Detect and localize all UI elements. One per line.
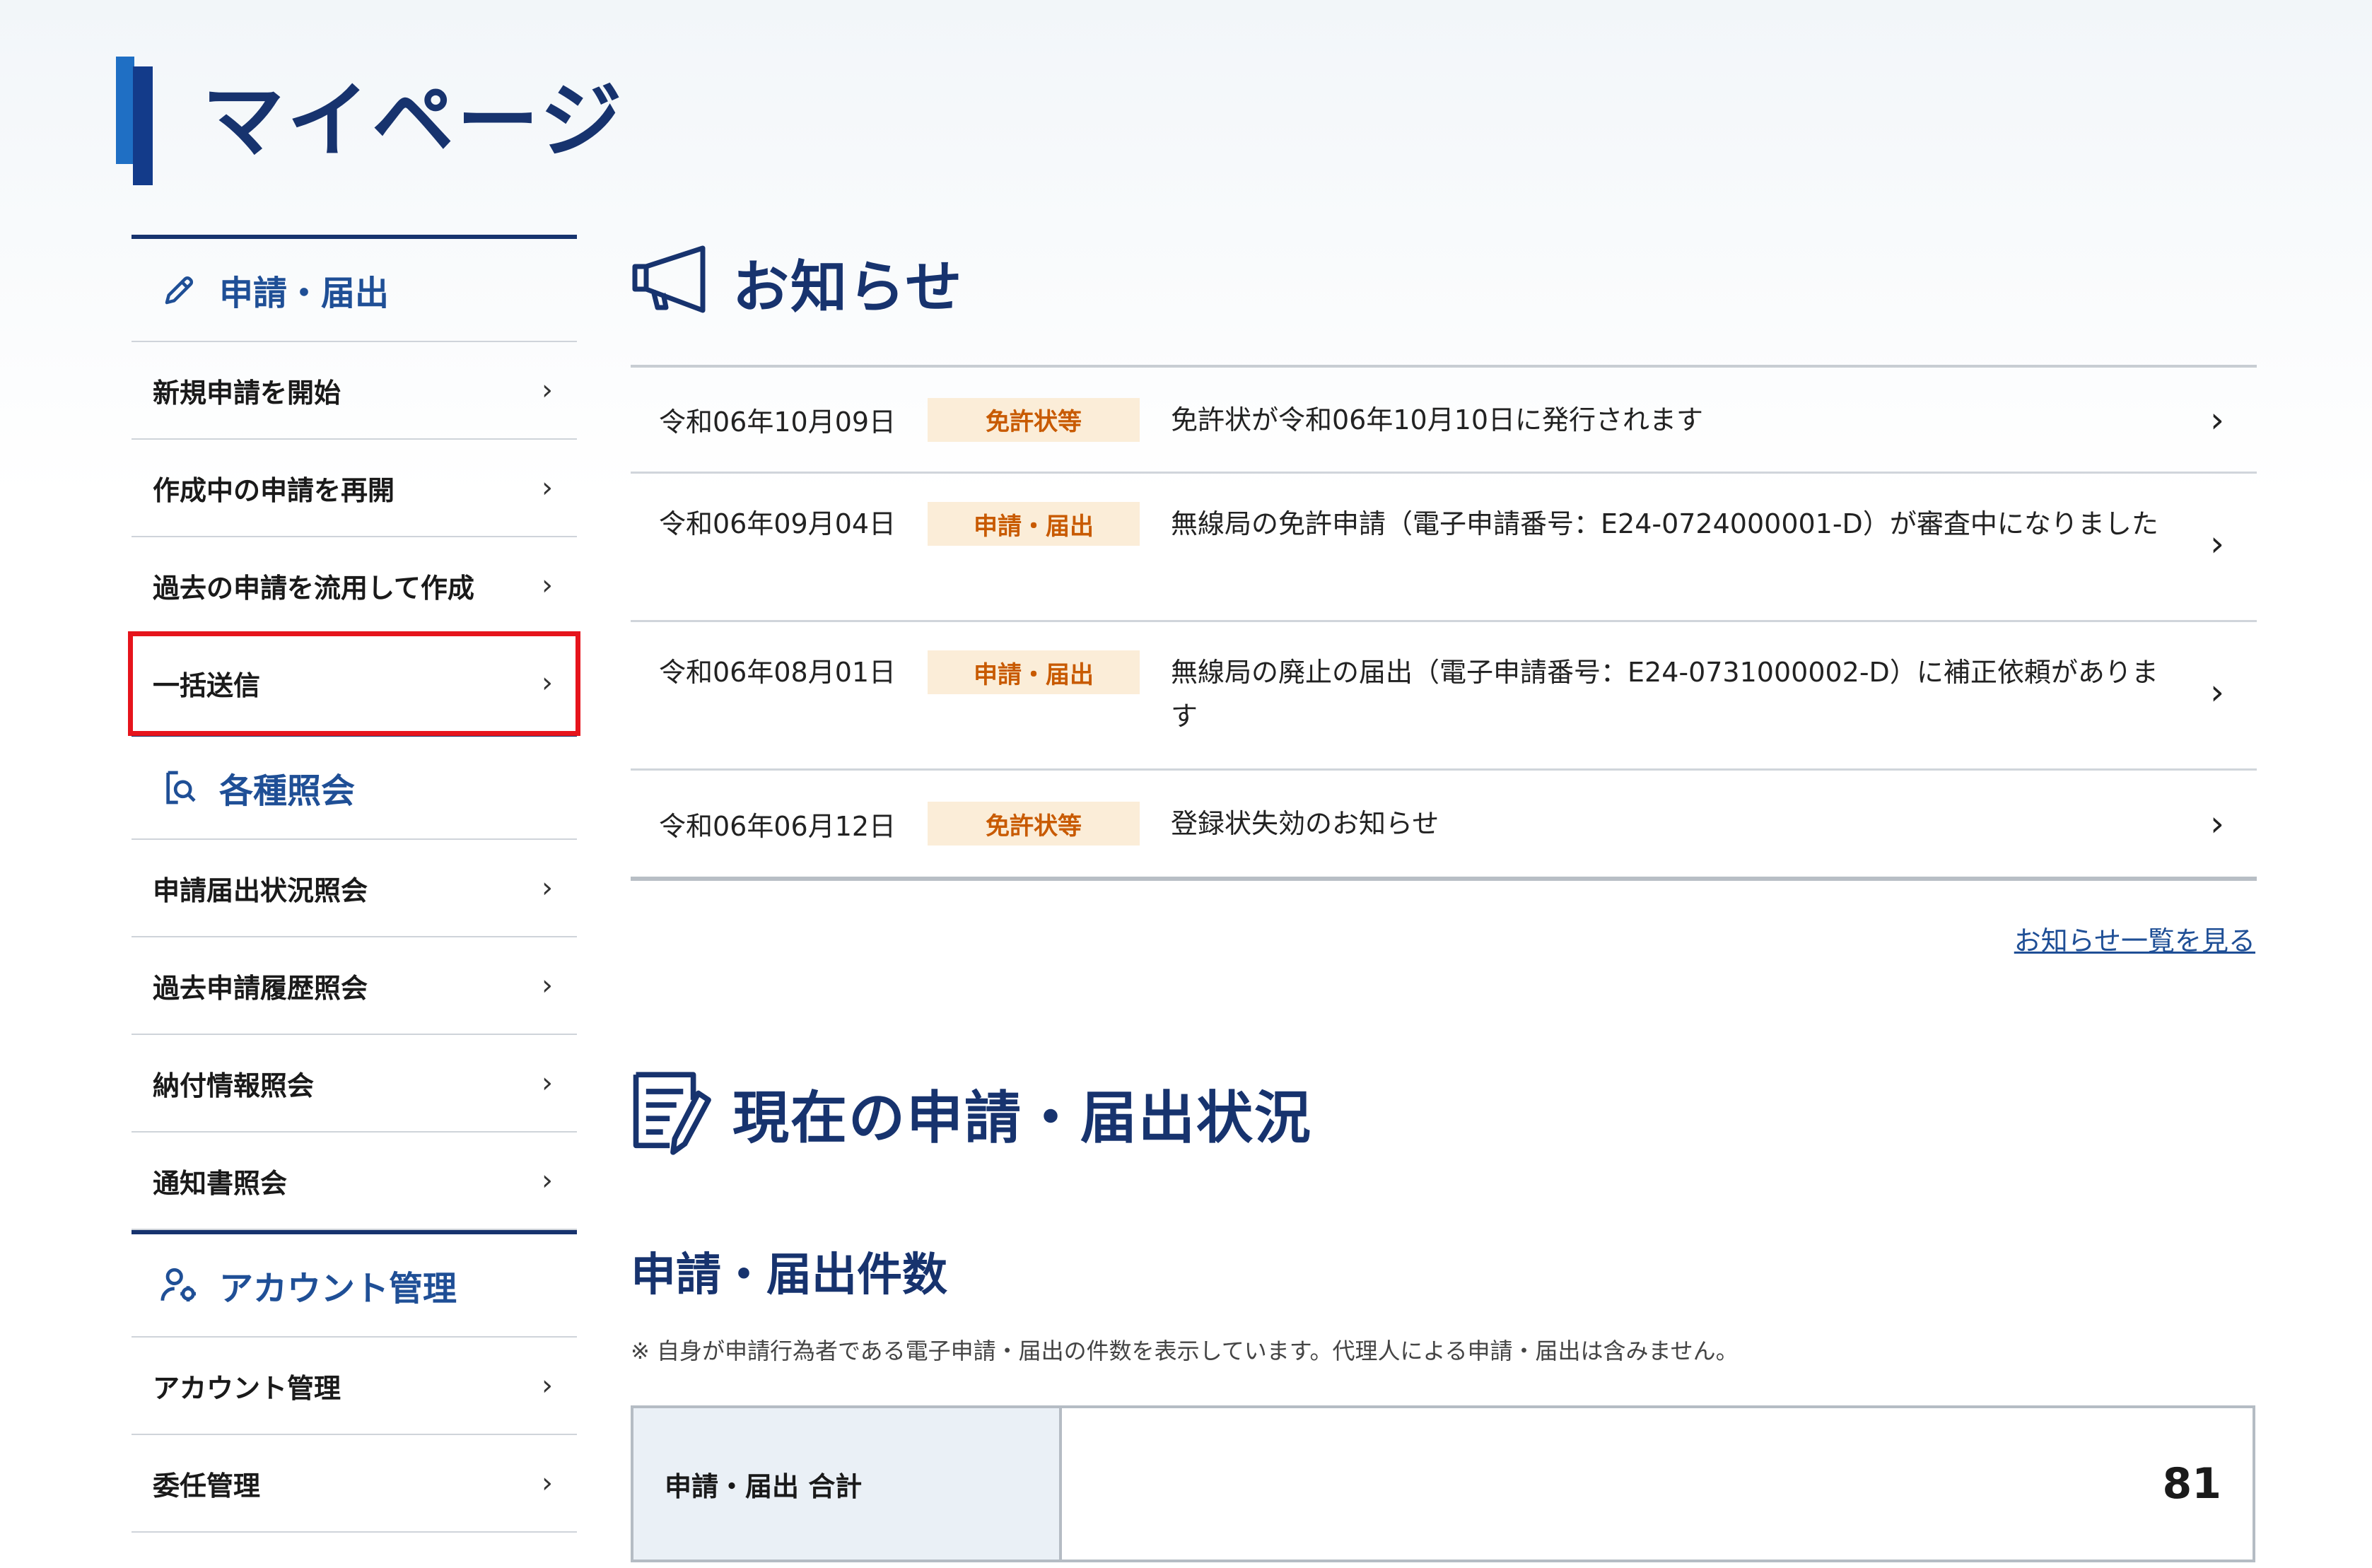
notice-category-badge: 申請・届出 xyxy=(928,502,1140,546)
chevron-right-icon: › xyxy=(542,667,553,699)
notice-list: 令和06年10月09日 免許状等 免許状が令和06年10月10日に発行されます … xyxy=(631,365,2257,881)
notice-text: 無線局の免許申請（電子申請番号：E24-0724000001-D）が審査中になり… xyxy=(1171,508,2158,539)
sidebar-item-payment-inquiry[interactable]: 納付情報照会 › xyxy=(132,1035,577,1133)
sidebar-section-label: アカウント管理 xyxy=(219,1269,457,1309)
notice-category-badge: 申請・届出 xyxy=(928,650,1140,694)
notices-title: お知らせ xyxy=(732,254,964,320)
chevron-right-icon: › xyxy=(542,1067,553,1099)
chevron-right-icon: › xyxy=(542,569,553,602)
sidebar-section-application: 申請・届出 xyxy=(132,235,577,342)
sidebar-item-label: 一括送信 xyxy=(153,669,261,701)
notice-item[interactable]: 令和06年09月04日 申請・届出 無線局の免許申請（電子申請番号：E24-07… xyxy=(631,474,2257,622)
chevron-right-icon: › xyxy=(542,872,553,904)
notice-item[interactable]: 令和06年08月01日 申請・届出 無線局の廃止の届出（電子申請番号：E24-0… xyxy=(631,622,2257,771)
sidebar-item-label: 委任管理 xyxy=(153,1470,261,1502)
sidebar-item-label: アカウント管理 xyxy=(153,1372,341,1404)
document-list-icon xyxy=(631,1070,715,1157)
page-header: マイページ xyxy=(113,55,679,189)
chevron-right-icon: › xyxy=(542,472,553,504)
notice-category-badge: 免許状等 xyxy=(928,397,1140,442)
sidebar-item-resume-draft[interactable]: 作成中の申請を再開 › xyxy=(132,440,577,537)
notice-date: 令和06年08月01日 xyxy=(659,657,896,688)
notice-date: 令和06年10月09日 xyxy=(659,406,896,438)
sidebar-section-label: 各種照会 xyxy=(219,771,356,811)
status-note: ※ 自身が申請行為者である電子申請・届出の件数を表示しています。代理人による申請… xyxy=(631,1338,1739,1364)
chevron-right-icon: › xyxy=(2210,399,2224,440)
chevron-right-icon: › xyxy=(542,1467,553,1499)
chevron-right-icon: › xyxy=(542,374,553,406)
search-document-icon xyxy=(158,766,201,809)
notices-more-link[interactable]: お知らせ一覧を見る xyxy=(2014,919,2255,958)
chevron-right-icon: › xyxy=(2210,523,2224,564)
sidebar-section-label: 申請・届出 xyxy=(219,274,390,313)
sidebar-item-label: 納付情報照会 xyxy=(153,1070,315,1101)
sidebar-section-account: アカウント管理 xyxy=(132,1230,577,1338)
notice-date: 令和06年09月04日 xyxy=(659,508,896,539)
notice-text: 無線局の廃止の届出（電子申請番号：E24-0731000002-D）に補正依頼が… xyxy=(1171,657,2158,732)
page-title: マイページ xyxy=(202,74,625,169)
sidebar-item-notification-inquiry[interactable]: 通知書照会 › xyxy=(132,1133,577,1230)
sidebar-item-delegation-management[interactable]: 委任管理 › xyxy=(132,1435,577,1533)
chevron-right-icon: › xyxy=(542,969,553,1002)
status-subtitle: 申請・届出件数 xyxy=(631,1249,947,1301)
sidebar-item-status-inquiry[interactable]: 申請届出状況照会 › xyxy=(132,840,577,937)
sidebar-item-label: 通知書照会 xyxy=(153,1167,288,1199)
sidebar-item-reuse-past[interactable]: 過去の申請を流用して作成 › xyxy=(132,537,577,635)
total-label: 申請・届出 合計 xyxy=(633,1408,1062,1560)
sidebar-section-inquiry: 各種照会 xyxy=(132,732,577,840)
sidebar-item-history-inquiry[interactable]: 過去申請履歴照会 › xyxy=(132,937,577,1035)
notice-text: 登録状失効のお知らせ xyxy=(1171,808,1439,839)
pencil-icon xyxy=(158,269,201,311)
notice-category-badge: 免許状等 xyxy=(928,802,1140,846)
sidebar-item-label: 過去の申請を流用して作成 xyxy=(153,572,474,604)
status-title: 現在の申請・届出状況 xyxy=(732,1085,1312,1151)
sidebar-item-label: 新規申請を開始 xyxy=(153,377,341,409)
total-count-table: 申請・届出 合計 81 xyxy=(631,1405,2255,1562)
megaphone-icon xyxy=(631,244,715,322)
user-settings-icon xyxy=(158,1264,201,1306)
notice-date: 令和06年06月12日 xyxy=(659,810,896,842)
chevron-right-icon: › xyxy=(542,1369,553,1402)
chevron-right-icon: › xyxy=(542,1164,553,1197)
sidebar-item-label: 申請届出状況照会 xyxy=(153,874,368,906)
notice-item[interactable]: 令和06年10月09日 免許状等 免許状が令和06年10月10日に発行されます … xyxy=(631,368,2257,474)
notice-text: 免許状が令和06年10月10日に発行されます xyxy=(1171,404,1704,435)
sidebar-item-bulk-send[interactable]: 一括送信 › xyxy=(128,631,580,736)
title-accent-bar xyxy=(116,57,134,164)
sidebar-item-label: 過去申請履歴照会 xyxy=(153,972,368,1004)
sidebar-item-label: 作成中の申請を再開 xyxy=(153,474,395,506)
chevron-right-icon: › xyxy=(2210,803,2224,844)
notice-item[interactable]: 令和06年06月12日 免許状等 登録状失効のお知らせ › xyxy=(631,771,2257,877)
notices-heading: お知らせ xyxy=(631,240,963,325)
sidebar: 申請・届出 新規申請を開始 › 作成中の申請を再開 › 過去の申請を流用して作成… xyxy=(128,235,580,1533)
sidebar-item-new-application[interactable]: 新規申請を開始 › xyxy=(132,342,577,440)
title-accent-bar-dark xyxy=(133,66,153,185)
total-value: 81 xyxy=(2162,1459,2222,1509)
chevron-right-icon: › xyxy=(2210,672,2224,713)
sidebar-item-account-management[interactable]: アカウント管理 › xyxy=(132,1338,577,1435)
status-heading: 現在の申請・届出状況 xyxy=(631,1067,1312,1159)
